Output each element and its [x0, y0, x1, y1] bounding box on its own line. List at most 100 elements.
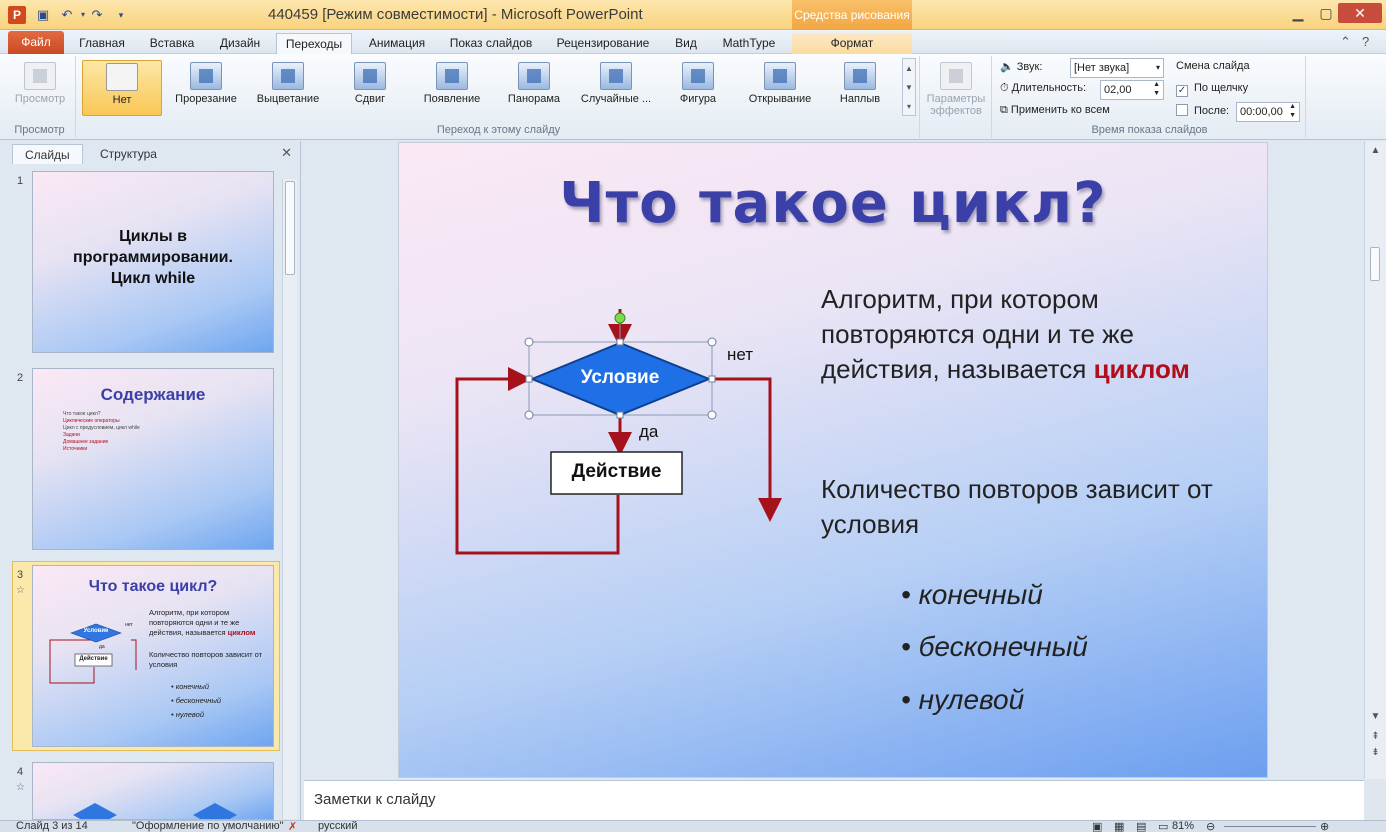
tab-view[interactable]: Вид: [664, 33, 708, 54]
transition-fade-button[interactable]: Выцветание: [248, 60, 328, 116]
collapse-ribbon-icon[interactable]: ⌃: [1340, 34, 1351, 50]
tab-home[interactable]: Главная: [72, 33, 132, 54]
previous-slide-icon[interactable]: ⇞: [1365, 731, 1386, 742]
resize-handle-icon[interactable]: [616, 411, 624, 419]
slide-thumbnail-4[interactable]: [32, 762, 274, 820]
minimize-button[interactable]: ▁: [1284, 3, 1312, 23]
transition-uncover-icon: [764, 62, 796, 90]
duration-label: ⏱ Длительность:: [1000, 82, 1087, 94]
transition-none-icon: [106, 63, 138, 91]
transition-uncover-button[interactable]: Открывание: [740, 60, 820, 116]
thumbnail-yes-label: да: [99, 644, 105, 650]
zoom-out-icon[interactable]: ⊖: [1206, 821, 1215, 832]
tab-review[interactable]: Рецензирование: [548, 33, 658, 54]
tab-slides[interactable]: Слайды: [12, 144, 83, 164]
notes-pane[interactable]: Заметки к слайду: [304, 780, 1364, 820]
rotate-handle-icon[interactable]: [614, 312, 626, 324]
transition-random-bars-button[interactable]: Случайные ...: [576, 60, 656, 116]
tab-design[interactable]: Дизайн: [210, 33, 270, 54]
effect-options-button[interactable]: Параметры эффектов: [922, 60, 990, 117]
sound-dropdown[interactable]: [Нет звука] ▾: [1070, 58, 1164, 78]
tab-file[interactable]: Файл: [8, 31, 64, 54]
preview-button[interactable]: Просмотр: [8, 60, 72, 116]
tab-format[interactable]: Формат: [792, 33, 912, 54]
normal-view-icon[interactable]: ▣: [1092, 821, 1102, 832]
scroll-down-icon[interactable]: ▼: [1365, 711, 1386, 722]
duration-stepper[interactable]: 02,00 ▲ ▼: [1100, 80, 1164, 100]
resize-handle-icon[interactable]: [708, 375, 716, 383]
help-icon[interactable]: ?: [1362, 34, 1369, 49]
transition-wipe-button[interactable]: Появление: [412, 60, 492, 116]
thumbnail-4-shapes: [73, 803, 237, 819]
slide-scrollbar[interactable]: ▲ ▼ ⇞ ⇟: [1364, 141, 1386, 779]
maximize-button[interactable]: ▢: [1312, 3, 1340, 23]
transition-group-label: Переход к этому слайду: [436, 124, 561, 136]
sound-label: 🔈 Звук:: [1000, 61, 1043, 73]
next-slide-icon[interactable]: ⇟: [1365, 747, 1386, 758]
transition-random-bars-icon: [600, 62, 632, 90]
customize-toolbar-icon[interactable]: ▾: [112, 6, 130, 24]
reading-view-icon[interactable]: ▤: [1136, 821, 1146, 832]
transition-shape-button[interactable]: Фигура: [658, 60, 738, 116]
action-label: Действие: [571, 461, 662, 482]
resize-handle-icon[interactable]: [524, 337, 534, 347]
tab-transitions[interactable]: Переходы: [276, 33, 352, 54]
tab-mathtype[interactable]: MathType: [714, 33, 784, 54]
apply-all-icon: ⧉: [1000, 104, 1008, 116]
clock-icon: ⏱: [1000, 82, 1009, 94]
zoom-level[interactable]: 81%: [1172, 821, 1194, 832]
spell-check-icon[interactable]: ✗: [288, 821, 297, 832]
stepper-arrows-icon: ▲ ▼: [1289, 103, 1296, 119]
tab-slideshow[interactable]: Показ слайдов: [442, 33, 540, 54]
tab-insert[interactable]: Вставка: [140, 33, 204, 54]
on-click-checkbox[interactable]: ✓ По щелчку: [1176, 82, 1248, 97]
scrollbar-thumb[interactable]: [1370, 247, 1380, 281]
ribbon-tabs: Файл Главная Вставка Дизайн Переходы Ани…: [0, 30, 1386, 54]
transition-cut-icon: [190, 62, 222, 90]
transition-cut-button[interactable]: Прорезание: [166, 60, 246, 116]
after-time-stepper[interactable]: 00:00,00 ▲ ▼: [1236, 102, 1300, 122]
slide-canvas[interactable]: Что такое цикл? Алгоритм, при котором по…: [398, 142, 1268, 778]
thumbnail-flowchart: [49, 623, 137, 684]
tab-animations[interactable]: Анимация: [358, 33, 436, 54]
scrollbar-thumb[interactable]: [285, 181, 295, 275]
apply-all-button[interactable]: ⧉ Применить ко всем: [1000, 104, 1110, 117]
transition-cover-icon: [844, 62, 876, 90]
checkbox-checked-icon: ✓: [1176, 85, 1188, 97]
transition-none-button[interactable]: Нет: [82, 60, 162, 116]
scroll-up-icon[interactable]: ▲: [1365, 145, 1386, 156]
save-icon[interactable]: ▣: [34, 6, 52, 24]
resize-handle-icon[interactable]: [525, 375, 533, 383]
powerpoint-logo-icon[interactable]: P: [8, 6, 26, 24]
slide-thumbnail-1[interactable]: Циклы в программировании. Цикл while: [32, 171, 274, 353]
resize-handle-icon[interactable]: [616, 338, 624, 346]
gallery-scroll[interactable]: ▲ ▼ ▾: [902, 58, 916, 116]
transition-fade-icon: [272, 62, 304, 90]
slide-counter: Слайд 3 из 14: [16, 820, 88, 832]
preview-group-label: Просмотр: [14, 124, 65, 136]
close-button[interactable]: ✕: [1338, 3, 1382, 23]
title-bar: P ▣ ↶ ▾ ↷ ▾ 440459 [Режим совместимости]…: [0, 0, 1386, 30]
slideshow-view-icon[interactable]: ▭: [1158, 821, 1168, 832]
transition-split-button[interactable]: Панорама: [494, 60, 574, 116]
language[interactable]: русский: [318, 821, 357, 832]
after-checkbox[interactable]: После:: [1176, 104, 1229, 117]
zoom-in-icon[interactable]: ⊕: [1320, 821, 1329, 832]
transition-cover-button[interactable]: Наплыв: [820, 60, 900, 116]
thumbnail-title: Содержание: [100, 385, 206, 404]
slide-thumbnail-2[interactable]: Содержание Что такое цикл? Циклические о…: [32, 368, 274, 550]
tab-outline[interactable]: Структура: [88, 144, 169, 164]
redo-icon[interactable]: ↷: [88, 6, 106, 24]
stepper-arrows-icon: ▲ ▼: [1153, 81, 1160, 97]
transition-push-button[interactable]: Сдвиг: [330, 60, 410, 116]
thumbnail-condition-label: Условие: [83, 628, 109, 634]
slide-sorter-icon[interactable]: ▦: [1114, 821, 1124, 832]
resize-handle-icon[interactable]: [524, 410, 534, 420]
slide-thumbnail-3[interactable]: Что такое цикл? Алгоритм, при котором по…: [32, 565, 274, 747]
slides-panel-scrollbar[interactable]: ▲: [282, 179, 297, 819]
transition-gallery-group: Нет Прорезание Выцветание Сдвиг Появлени…: [78, 56, 920, 138]
resize-handle-icon[interactable]: [707, 337, 717, 347]
close-panel-icon[interactable]: ✕: [281, 145, 292, 161]
resize-handle-icon[interactable]: [707, 410, 717, 420]
zoom-slider[interactable]: [1224, 826, 1316, 827]
